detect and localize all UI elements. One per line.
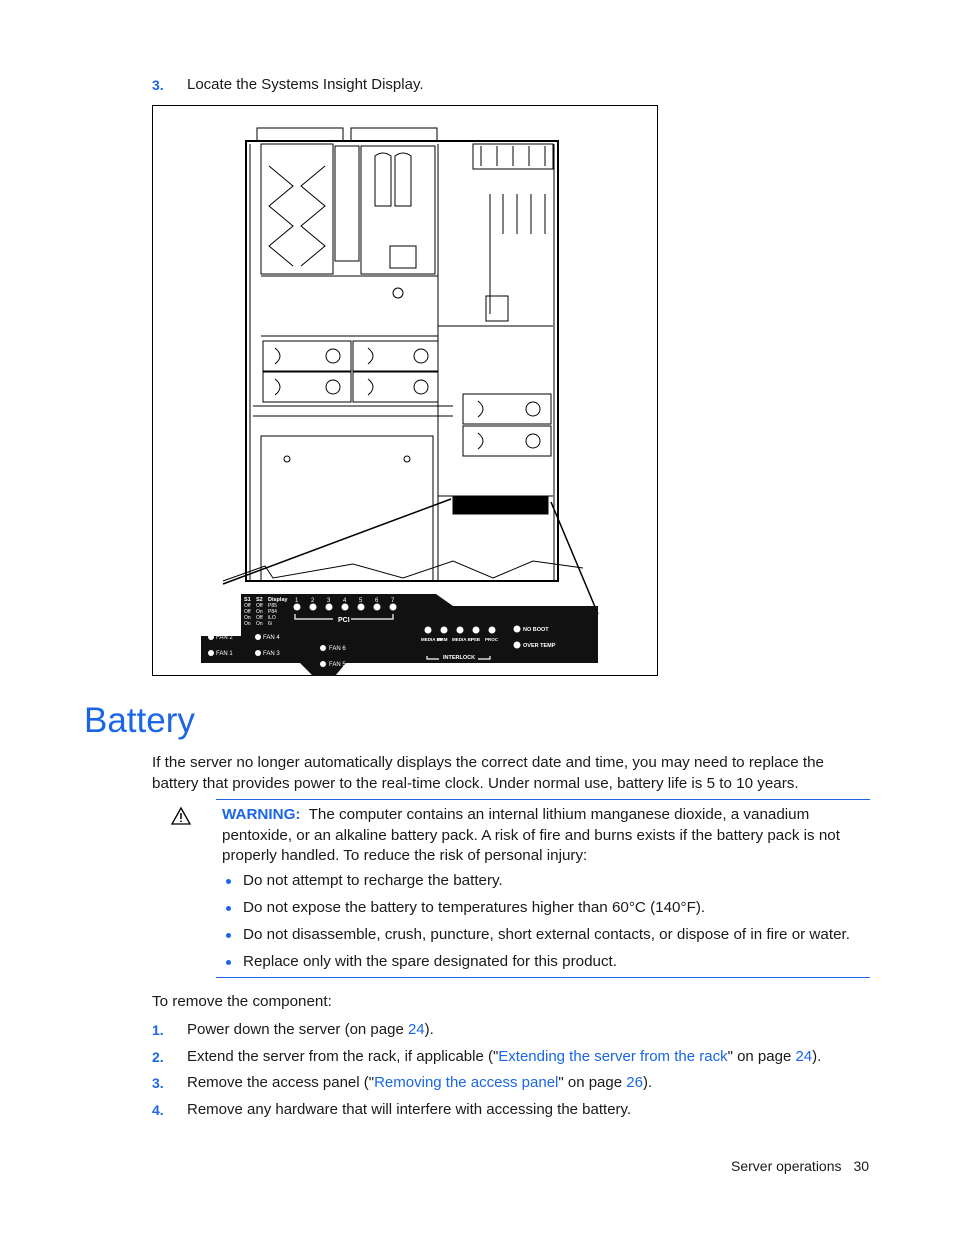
fan-4-label: FAN 4 [263, 635, 280, 641]
step-text: Remove any hardware that will interfere … [187, 1101, 632, 1118]
page-link-24[interactable]: 24 [795, 1048, 812, 1065]
status-over-temp: OVER TEMP [523, 643, 556, 649]
step-text: Extend the server from the rack, if appl… [187, 1048, 499, 1065]
link-removing-access-panel[interactable]: Removing the access panel [374, 1074, 558, 1091]
fan-3-label: FAN 3 [263, 651, 280, 657]
systems-insight-display-panel: S1 S2 Display 1 2 3 4 5 6 7 PCI FAN 2 FA… [201, 594, 598, 676]
step-number: 2. [152, 1049, 164, 1065]
page-link-24[interactable]: 24 [408, 1021, 425, 1038]
switch-table-cell: 6i [268, 621, 272, 627]
step-number: 3. [152, 77, 164, 93]
warning-bullet: Do not expose the battery to temperature… [222, 898, 850, 925]
pci-label: PCI [338, 617, 350, 624]
status-no-boot: NO BOOT [523, 627, 549, 633]
step-text-mid: " on page [558, 1074, 627, 1091]
section-title: Battery [84, 701, 195, 740]
interlock-item-fsb: FSB [471, 637, 481, 642]
step-text-end: ). [424, 1021, 434, 1038]
switch-table-cell: On [256, 621, 263, 627]
warning-bullet: Do not attempt to recharge the battery. [222, 871, 850, 898]
step-text: Remove the access panel (" [187, 1074, 375, 1091]
step-text-end: ). [642, 1074, 653, 1091]
fan-1-label: FAN 1 [216, 651, 233, 657]
warning-bullet: Replace only with the spare designated f… [222, 952, 850, 979]
interlock-label: INTERLOCK [443, 655, 475, 661]
warning-body: The computer contains an internal lithiu… [222, 806, 840, 864]
footer-section: Server operations [731, 1158, 842, 1174]
fan-5-label: FAN 5 [329, 662, 346, 668]
step-text: Power down the server (on page [187, 1021, 408, 1038]
step-text-mid: " on page [727, 1048, 796, 1065]
removal-intro: To remove the component: [152, 993, 332, 1010]
section-intro: If the server no longer automatically di… [152, 754, 824, 792]
interlock-item-proc: PROC [485, 637, 499, 642]
step-number: 1. [152, 1022, 164, 1038]
fan-6-label: FAN 6 [329, 646, 346, 652]
step-text-end: ). [812, 1048, 822, 1065]
fan-2-label: FAN 2 [216, 635, 233, 641]
warning-bullet: Do not disassemble, crush, puncture, sho… [222, 925, 850, 952]
step-number: 3. [152, 1075, 164, 1091]
page-number: 30 [853, 1158, 870, 1174]
warning-box: WARNING: The computer contains an intern… [216, 799, 870, 978]
step-text: Locate the Systems Insight Display. [187, 76, 424, 93]
switch-table-cell: On [244, 621, 251, 627]
step-number: 4. [152, 1102, 164, 1118]
link-extending-server[interactable]: Extending the server from the rack [498, 1048, 727, 1065]
page-footer: Server operations 30 [731, 1158, 869, 1174]
warning-text: WARNING: The computer contains an intern… [222, 805, 862, 867]
warning-bullets: Do not attempt to recharge the battery. … [222, 871, 850, 979]
page-link-26[interactable]: 26 [626, 1074, 643, 1091]
server-figure: S1 S2 Display 1 2 3 4 5 6 7 PCI FAN 2 FA… [152, 105, 658, 676]
warning-icon [170, 806, 192, 825]
warning-label: WARNING: [222, 806, 301, 823]
interlock-item-mem: MEM [437, 637, 448, 642]
